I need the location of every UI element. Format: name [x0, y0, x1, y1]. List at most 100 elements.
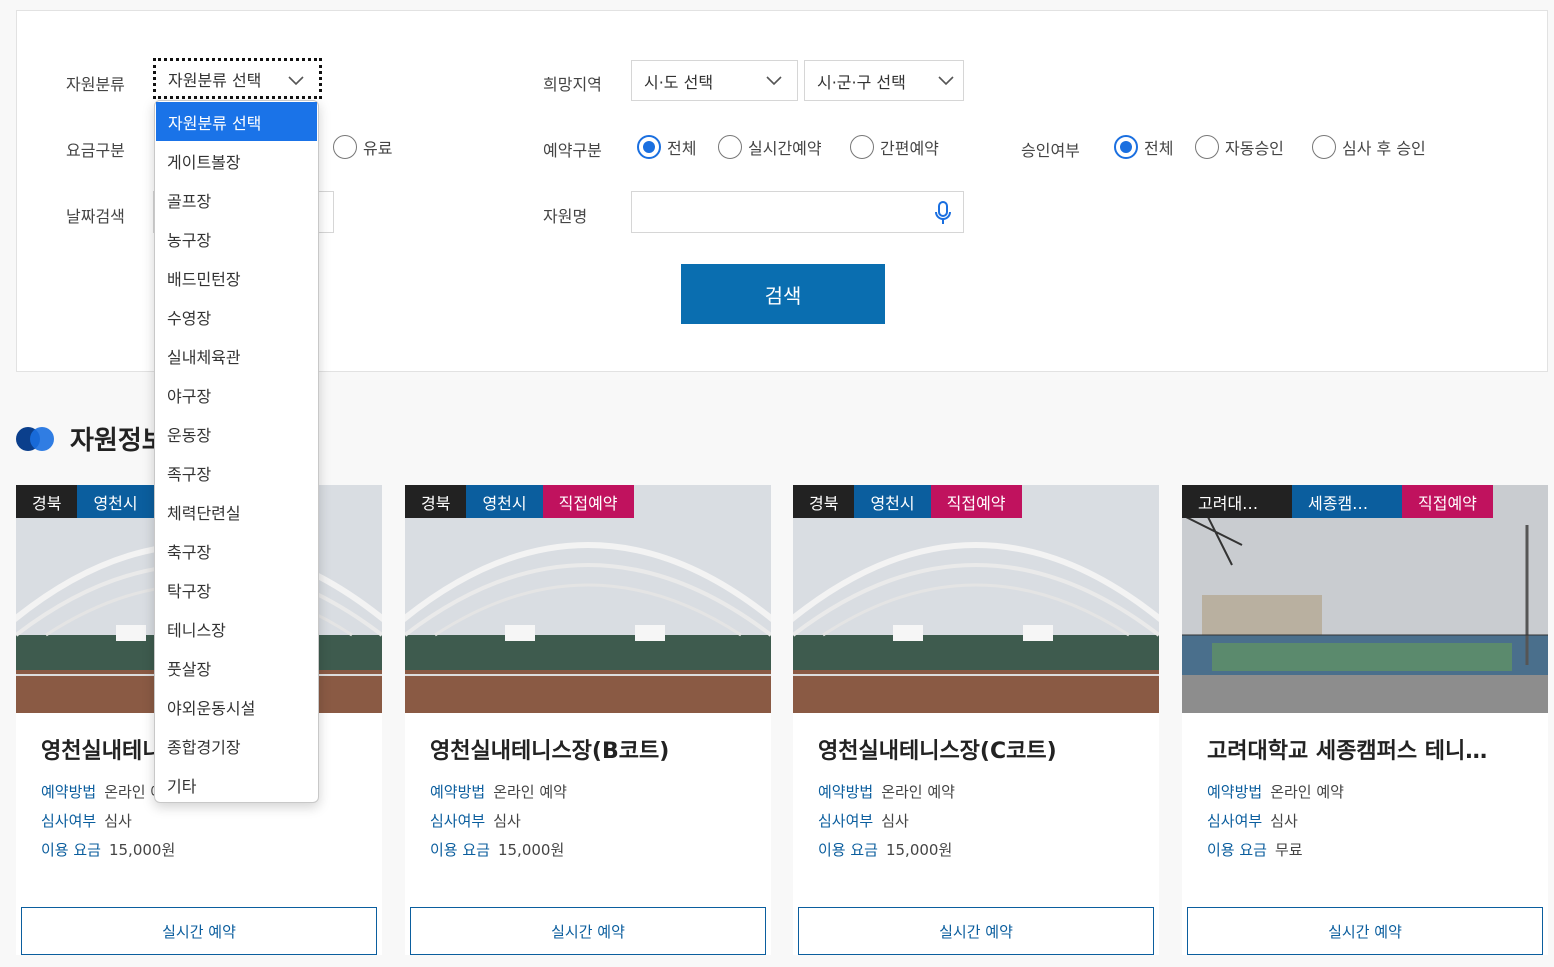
method-key: 예약방법	[41, 783, 97, 801]
review-value: 심사	[1270, 812, 1298, 830]
resource-card[interactable]: 고려대… 세종캠… 직접예약 고려대학교 세종캠퍼스 테니… 예약방법 온라인 예…	[1182, 485, 1548, 955]
review-key: 심사여부	[1207, 812, 1263, 830]
radio-circle	[1114, 135, 1138, 159]
approval-label: 승인여부	[1021, 141, 1080, 160]
resource-image[interactable]	[405, 485, 771, 713]
resource-type-label: 자원분류	[66, 75, 125, 94]
resource-card[interactable]: 경북 영천시 직접예약 영천실내테니스장(B코트) 예약방법 온라인 예약 심사여…	[405, 485, 771, 955]
reservation-realtime-label: 실시간예약	[748, 139, 822, 158]
dropdown-option[interactable]: 축구장	[155, 531, 318, 570]
fee-value: 무료	[1274, 841, 1303, 859]
approval-auto-label: 자동승인	[1225, 139, 1284, 158]
resource-name[interactable]: 영천실내테니스장(C코트)	[818, 733, 1138, 765]
fee-row: 이용 요금 15,000원	[818, 839, 952, 860]
sigungu-select[interactable]: 시·군·구 선택	[804, 60, 964, 101]
reservation-simple-label: 간편예약	[880, 139, 939, 158]
chevron-down-icon	[938, 76, 954, 86]
dropdown-option[interactable]: 게이트볼장	[155, 141, 318, 180]
review-key: 심사여부	[818, 812, 874, 830]
microphone-icon[interactable]	[933, 201, 953, 225]
dropdown-option[interactable]: 수영장	[155, 297, 318, 336]
fee-key: 이용 요금	[1207, 841, 1267, 859]
sido-select[interactable]: 시·도 선택	[631, 60, 798, 101]
dropdown-option[interactable]: 배드민턴장	[155, 258, 318, 297]
fee-paid-label: 유료	[363, 139, 393, 158]
sigungu-value: 시·군·구 선택	[817, 72, 906, 92]
approval-review-radio[interactable]: 심사 후 승인	[1312, 135, 1426, 159]
reservation-simple-radio[interactable]: 간편예약	[850, 135, 939, 159]
approval-all-label: 전체	[1144, 139, 1174, 158]
resource-name[interactable]: 고려대학교 세종캠퍼스 테니…	[1207, 733, 1527, 765]
radio-circle	[1312, 135, 1336, 159]
fee-value: 15,000원	[108, 841, 176, 859]
dropdown-option[interactable]: 종합경기장	[155, 726, 318, 765]
realtime-reserve-button[interactable]: 실시간 예약	[798, 907, 1154, 955]
section-title-text: 자원정보	[70, 426, 166, 456]
realtime-reserve-button[interactable]: 실시간 예약	[1187, 907, 1543, 955]
dropdown-option[interactable]: 기타	[155, 765, 318, 804]
region-tag: 고려대…	[1182, 485, 1292, 518]
dropdown-option[interactable]: 실내체육관	[155, 336, 318, 375]
dropdown-option[interactable]: 풋살장	[155, 648, 318, 687]
reservation-type-label: 예약구분	[543, 141, 602, 160]
radio-circle	[637, 135, 661, 159]
dropdown-option[interactable]: 족구장	[155, 453, 318, 492]
dropdown-option[interactable]: 야구장	[155, 375, 318, 414]
dropdown-option[interactable]: 테니스장	[155, 609, 318, 648]
reservation-realtime-radio[interactable]: 실시간예약	[718, 135, 822, 159]
fee-paid-radio[interactable]: 유료	[333, 135, 392, 159]
fee-key: 이용 요금	[41, 841, 101, 859]
reservation-all-radio[interactable]: 전체	[637, 135, 696, 159]
fee-value: 15,000원	[885, 841, 953, 859]
resource-card[interactable]: 경북 영천시 직접예약 영천실내테니스장(C코트) 예약방법 온라인 예약 심사여…	[793, 485, 1159, 955]
direct-reservation-tag: 직접예약	[1402, 485, 1493, 518]
resource-type-select[interactable]: 자원분류 선택	[153, 58, 322, 99]
card-tags: 경북 영천시	[16, 485, 154, 518]
method-key: 예약방법	[1207, 783, 1263, 801]
resource-type-dropdown[interactable]: 자원분류 선택 게이트볼장 골프장 농구장 배드민턴장 수영장 실내체육관 야구…	[154, 100, 319, 803]
dropdown-option[interactable]: 농구장	[155, 219, 318, 258]
city-tag: 세종캠…	[1292, 485, 1402, 518]
method-key: 예약방법	[818, 783, 874, 801]
method-value: 온라인 예약	[1270, 783, 1344, 801]
sido-value: 시·도 선택	[644, 72, 714, 92]
radio-circle	[333, 135, 357, 159]
fee-row: 이용 요금 무료	[1207, 839, 1303, 860]
method-value: 온라인 예약	[881, 783, 955, 801]
dropdown-option[interactable]: 체력단련실	[155, 492, 318, 531]
realtime-reserve-button[interactable]: 실시간 예약	[410, 907, 766, 955]
review-key: 심사여부	[41, 812, 97, 830]
review-row: 심사여부 심사	[818, 810, 909, 831]
resource-image[interactable]	[793, 485, 1159, 713]
fee-key: 이용 요금	[430, 841, 490, 859]
fee-label: 요금구분	[66, 141, 125, 160]
method-value: 온라인 예약	[493, 783, 567, 801]
city-tag: 영천시	[77, 485, 154, 518]
realtime-reserve-button[interactable]: 실시간 예약	[21, 907, 377, 955]
resource-name-label: 자원명	[543, 207, 588, 226]
chevron-down-icon	[766, 76, 782, 86]
review-value: 심사	[493, 812, 521, 830]
region-tag: 경북	[793, 485, 855, 518]
dropdown-option[interactable]: 탁구장	[155, 570, 318, 609]
dropdown-option[interactable]: 야외운동시설	[155, 687, 318, 726]
card-tags: 경북 영천시 직접예약	[793, 485, 1022, 518]
fee-row: 이용 요금 15,000원	[430, 839, 564, 860]
resource-name[interactable]: 영천실내테니스장(B코트)	[430, 733, 750, 765]
date-label: 날짜검색	[66, 207, 125, 226]
dropdown-option[interactable]: 골프장	[155, 180, 318, 219]
review-value: 심사	[881, 812, 909, 830]
approval-all-radio[interactable]: 전체	[1114, 135, 1173, 159]
resource-image[interactable]	[1182, 485, 1548, 713]
approval-auto-radio[interactable]: 자동승인	[1195, 135, 1284, 159]
resource-name-input[interactable]	[631, 191, 964, 233]
method-row: 예약방법 온라인 예약	[818, 781, 955, 802]
search-button[interactable]: 검색	[681, 264, 885, 324]
radio-circle	[1195, 135, 1219, 159]
section-bullet-icon	[16, 425, 56, 453]
dropdown-option[interactable]: 운동장	[155, 414, 318, 453]
city-tag: 영천시	[466, 485, 543, 518]
dropdown-option[interactable]: 자원분류 선택	[156, 102, 317, 141]
city-tag: 영천시	[854, 485, 931, 518]
section-title: 자원정보	[16, 420, 166, 457]
